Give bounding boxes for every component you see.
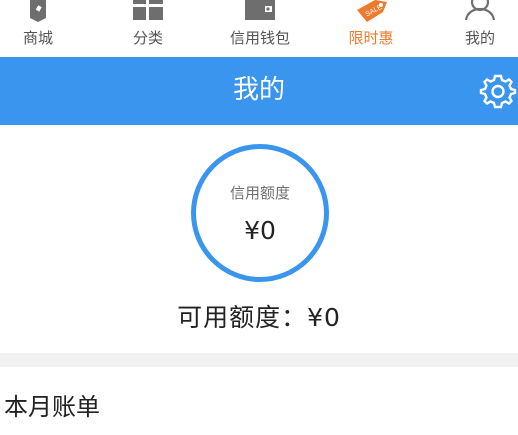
tab-credit-wallet[interactable]: 信用钱包 xyxy=(222,0,298,57)
grid-icon xyxy=(133,0,163,20)
person-icon xyxy=(464,0,496,20)
my-page: 商城 分类 信用钱包 SALE 限时惠 我的 我的 信用额度 ¥0 可用额度：¥… xyxy=(0,0,518,435)
credit-section: 信用额度 ¥0 可用额度：¥0 xyxy=(0,125,518,353)
monthly-bill-title: 本月账单 xyxy=(4,393,100,421)
credit-limit-circle[interactable]: 信用额度 ¥0 xyxy=(191,144,329,282)
tag-icon xyxy=(30,0,46,22)
tab-mine[interactable]: 我的 xyxy=(442,0,518,57)
settings-button[interactable] xyxy=(478,71,518,111)
tab-category-label: 分类 xyxy=(132,29,163,47)
wallet-icon xyxy=(245,0,275,20)
tab-category[interactable]: 分类 xyxy=(110,0,186,57)
gear-icon xyxy=(479,74,517,109)
sale-tag-icon: SALE xyxy=(357,0,387,22)
tab-flash-sale[interactable]: SALE 限时惠 xyxy=(333,0,409,57)
section-divider xyxy=(0,353,518,367)
tab-mall-label: 商城 xyxy=(22,29,53,47)
available-credit: 可用额度：¥0 xyxy=(177,303,341,332)
monthly-bill-section[interactable]: 本月账单 xyxy=(0,367,518,435)
credit-limit-label: 信用额度 xyxy=(229,184,290,202)
page-title: 我的 xyxy=(232,75,285,105)
tab-credit-wallet-label: 信用钱包 xyxy=(229,29,290,47)
tab-bar: 商城 分类 信用钱包 SALE 限时惠 我的 xyxy=(0,0,518,57)
page-header: 我的 xyxy=(0,57,518,125)
tab-mine-label: 我的 xyxy=(464,29,495,47)
tab-mall[interactable]: 商城 xyxy=(0,0,76,57)
credit-limit-value: ¥0 xyxy=(244,216,276,245)
tab-flash-sale-label: 限时惠 xyxy=(348,29,394,47)
